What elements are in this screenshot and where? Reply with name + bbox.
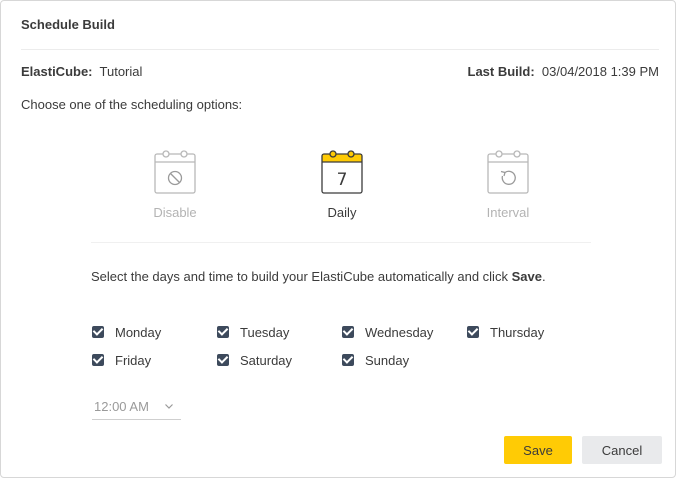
tab-interval[interactable]: Interval	[425, 149, 591, 243]
cube-info-row: ElastiCube: Tutorial Last Build: 03/04/2…	[21, 64, 659, 82]
calendar-disable-icon	[154, 150, 196, 194]
tab-daily-label: Daily	[327, 205, 357, 220]
time-value: 12:00 AM	[94, 399, 149, 414]
elasticube-info: ElastiCube: Tutorial	[21, 64, 142, 79]
instructions-text: Select the days and time to build your E…	[91, 269, 546, 284]
chevron-down-icon	[165, 404, 173, 409]
schedule-build-dialog: Schedule Build ElastiCube: Tutorial Last…	[0, 0, 676, 478]
friday-checkbox[interactable]	[92, 354, 104, 366]
saturday-checkbox[interactable]	[217, 354, 229, 366]
day-wednesday[interactable]: Wednesday	[342, 323, 433, 341]
day-label: Sunday	[365, 352, 410, 368]
tabs-divider	[91, 242, 591, 243]
save-button[interactable]: Save	[504, 436, 572, 464]
day-label: Thursday	[490, 324, 545, 340]
monday-checkbox[interactable]	[92, 326, 104, 338]
day-friday[interactable]: Friday	[92, 351, 151, 369]
calendar-daily-icon: 7	[321, 150, 363, 194]
day-sunday[interactable]: Sunday	[342, 351, 409, 369]
day-monday[interactable]: Monday	[92, 323, 161, 341]
elasticube-value: Tutorial	[99, 64, 143, 79]
tuesday-checkbox[interactable]	[217, 326, 229, 338]
tab-interval-label: Interval	[486, 205, 530, 220]
last-build-label: Last Build:	[467, 64, 535, 79]
day-label: Friday	[115, 352, 152, 368]
instructions-main: Select the days and time to build your E…	[91, 269, 512, 284]
time-select[interactable]: 12:00 AM	[92, 399, 181, 420]
day-thursday[interactable]: Thursday	[467, 323, 544, 341]
day-label: Monday	[115, 324, 162, 340]
title-divider	[21, 49, 659, 50]
dialog-title: Schedule Build	[21, 17, 115, 32]
tab-disable-label: Disable	[153, 205, 197, 220]
day-saturday[interactable]: Saturday	[217, 351, 292, 369]
calendar-interval-icon	[487, 150, 529, 194]
last-build-value: 03/04/2018 1:39 PM	[541, 64, 659, 79]
day-label: Saturday	[240, 352, 293, 368]
last-build-info: Last Build: 03/04/2018 1:39 PM	[468, 64, 660, 79]
calendar-day-number: 7	[337, 170, 348, 190]
wednesday-checkbox[interactable]	[342, 326, 354, 338]
thursday-checkbox[interactable]	[467, 326, 479, 338]
choose-option-text: Choose one of the scheduling options:	[21, 97, 243, 112]
tab-daily[interactable]: 7 Daily	[259, 149, 425, 243]
instructions-save-emphasis: Save	[511, 269, 542, 284]
tab-disable[interactable]: Disable	[92, 149, 258, 243]
instructions-suffix: .	[541, 269, 546, 284]
day-tuesday[interactable]: Tuesday	[217, 323, 289, 341]
cancel-button[interactable]: Cancel	[582, 436, 662, 464]
elasticube-label: ElastiCube:	[21, 64, 93, 79]
sunday-checkbox[interactable]	[342, 354, 354, 366]
day-label: Wednesday	[365, 324, 434, 340]
day-label: Tuesday	[240, 324, 290, 340]
